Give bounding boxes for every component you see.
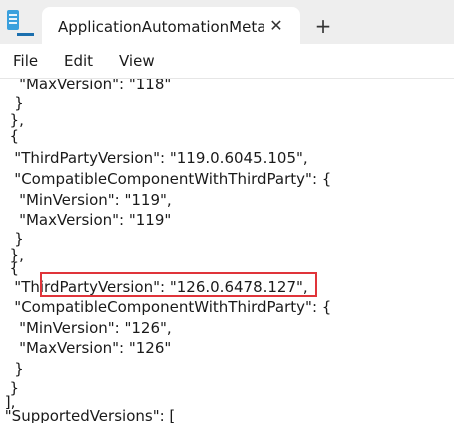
text-editor[interactable]: "MaxVersion": "118" } }, { "ThirdPartyVe… [0, 79, 454, 423]
menu-edit[interactable]: Edit [64, 52, 93, 70]
code-line: { [0, 127, 20, 145]
code-line: "MinVersion": "119", [0, 191, 172, 209]
menu-bar: File Edit View [0, 44, 454, 79]
tab-document[interactable]: ApplicationAutomationMetadata.j ✕ [42, 7, 300, 44]
code-line: "ThirdPartyVersion": "119.0.6045.105", [0, 149, 308, 167]
code-line: "SupportedVersions": [ [0, 407, 176, 423]
notepad-icon [7, 10, 19, 30]
menu-file[interactable]: File [13, 52, 38, 70]
code-line: "MaxVersion": "126" [0, 339, 172, 357]
highlight-box [40, 272, 317, 297]
add-tab-button[interactable]: + [311, 15, 335, 39]
code-line: "CompatibleComponentWithThirdParty": { [0, 170, 332, 188]
tab-title: ApplicationAutomationMetadata.j [58, 18, 264, 36]
code-line: "CompatibleComponentWithThirdParty": { [0, 298, 332, 316]
close-icon[interactable]: ✕ [265, 15, 287, 37]
menu-view[interactable]: View [119, 52, 155, 70]
tab-strip: ApplicationAutomationMetadata.j ✕ + [0, 0, 454, 44]
code-line: "MinVersion": "126", [0, 319, 172, 337]
app-icon-underline [17, 33, 34, 36]
